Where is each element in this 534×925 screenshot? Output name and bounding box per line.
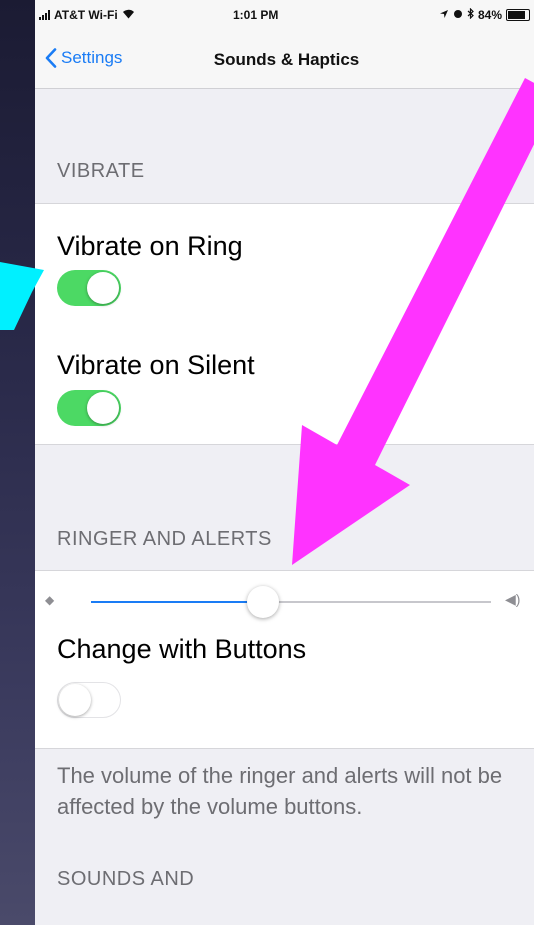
alarm-icon [453, 8, 463, 22]
wifi-icon [122, 8, 135, 22]
change-with-buttons-label: Change with Buttons [57, 634, 307, 664]
ringer-volume-row: ◆ ◀) [35, 570, 534, 631]
toggle-knob [87, 272, 119, 304]
section-header-sounds: SOUNDS AND [57, 868, 195, 890]
battery-icon [506, 9, 530, 21]
navigation-bar: Settings Sounds & Haptics [35, 32, 534, 89]
section-header-vibrate: VIBRATE [57, 160, 145, 182]
page-title: Sounds & Haptics [213, 50, 360, 69]
ringer-footer-note: The volume of the ringer and alerts will… [57, 763, 503, 819]
status-right: 84% [439, 7, 530, 22]
vibrate-on-ring-toggle[interactable] [57, 270, 121, 306]
battery-percent: 84% [477, 8, 502, 22]
location-icon [439, 8, 449, 22]
vibrate-on-ring-label: Vibrate on Ring [57, 231, 243, 261]
status-bar: AT&T Wi-Fi 1:01 PM 84% [35, 0, 534, 32]
toggle-knob [59, 684, 91, 716]
ringer-volume-slider[interactable] [91, 586, 491, 618]
vibrate-on-silent-toggle[interactable] [57, 390, 121, 426]
slider-thumb[interactable] [247, 586, 279, 618]
status-left: AT&T Wi-Fi [39, 8, 135, 22]
change-with-buttons-group: Change with Buttons [35, 630, 534, 749]
change-with-buttons-toggle[interactable] [57, 682, 121, 718]
volume-low-icon: ◆ [45, 593, 55, 607]
section-header-ringer: RINGER AND ALERTS [57, 528, 272, 550]
bluetooth-icon [467, 7, 474, 22]
vibrate-on-silent-label: Vibrate on Silent [57, 350, 255, 380]
carrier-label: AT&T Wi-Fi [54, 8, 118, 22]
vibrate-group: Vibrate on Ring Vibrate on Silent [35, 203, 534, 445]
signal-icon [39, 10, 50, 20]
volume-high-icon: ◀) [505, 591, 521, 607]
slider-fill [91, 601, 263, 603]
status-time: 1:01 PM [233, 8, 279, 22]
phone-screen: AT&T Wi-Fi 1:01 PM 84% Settings Sounds &… [35, 0, 534, 925]
toggle-knob [87, 392, 119, 424]
